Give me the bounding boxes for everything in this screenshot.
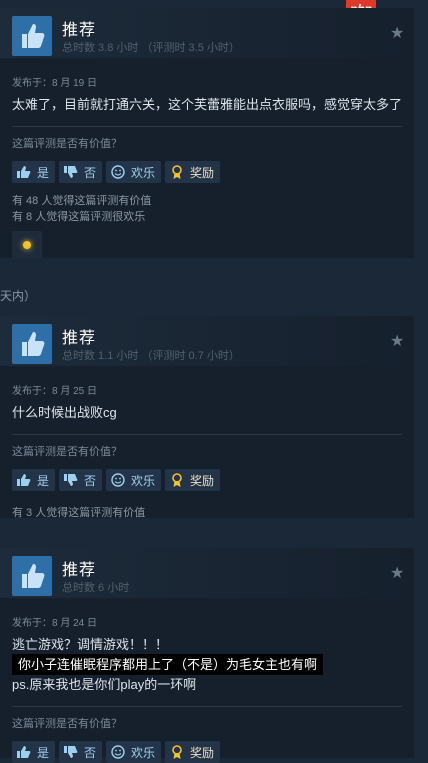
award-button[interactable]: 奖励 xyxy=(165,741,221,763)
partial-heading-text: 天内） xyxy=(0,289,37,303)
award-icon xyxy=(172,745,182,759)
vote-buttons: 是 否 欢乐 奖励 xyxy=(12,161,402,183)
thumbs-up-icon xyxy=(12,324,52,364)
review-text: 太难了，目前就打通六关，这个芙蕾雅能出点衣服吗，感觉穿太多了 xyxy=(12,97,403,112)
vote-yes-label: 是 xyxy=(37,745,50,760)
award-button[interactable]: 奖励 xyxy=(165,161,221,183)
review-card-2: 推荐 总时数 1.1 小时 （评测时 0.7 小时） ★ 发布于：8 月 25 … xyxy=(0,316,414,519)
award-label: 奖励 xyxy=(190,165,215,180)
thumbs-up-icon xyxy=(17,746,31,758)
award-icon xyxy=(172,165,182,179)
thumbs-up-icon xyxy=(17,474,31,486)
recommend-label: 推荐 xyxy=(62,330,97,347)
vote-yes-label: 是 xyxy=(37,165,50,180)
award-button[interactable]: 奖励 xyxy=(165,469,221,491)
award-label: 奖励 xyxy=(190,473,215,488)
recommend-label: 推荐 xyxy=(62,562,97,579)
thumbs-up-icon xyxy=(17,166,31,178)
playtime-hours: 总时数 6 小时 xyxy=(62,582,130,594)
review-card-1: 推荐 总时数 3.8 小时 （评测时 3.5 小时） ★ 发布于：8 月 19 … xyxy=(0,8,414,259)
award-label: 奖励 xyxy=(190,745,215,760)
smiley-icon xyxy=(111,165,125,179)
review-header: 推荐 总时数 3.8 小时 （评测时 3.5 小时） ★ xyxy=(0,8,414,58)
vote-no-label: 否 xyxy=(84,745,97,760)
award-badge[interactable] xyxy=(12,231,42,259)
star-icon[interactable]: ★ xyxy=(390,334,406,350)
helpful-count: 有 48 人觉得这篇评测有价值 xyxy=(12,195,152,207)
vote-funny-label: 欢乐 xyxy=(131,473,156,488)
vote-no-label: 否 xyxy=(84,473,97,488)
vote-funny-button[interactable]: 欢乐 xyxy=(106,469,162,491)
vote-funny-label: 欢乐 xyxy=(131,745,156,760)
review-line-1: 逃亡游戏？调情游戏！！！ xyxy=(12,637,169,652)
helpful-question: 这篇评测是否有价值？ xyxy=(12,446,122,458)
vote-no-button[interactable]: 否 xyxy=(59,161,103,183)
vote-funny-label: 欢乐 xyxy=(131,165,156,180)
vote-yes-button[interactable]: 是 xyxy=(12,469,56,491)
vote-funny-button[interactable]: 欢乐 xyxy=(106,161,162,183)
vote-no-button[interactable]: 否 xyxy=(59,469,103,491)
review-card-3: 推荐 总时数 6 小时 ★ 发布于：8 月 24 日 逃亡游戏？调情游戏！！！ … xyxy=(0,548,414,763)
divider xyxy=(12,434,402,435)
thumbs-down-icon xyxy=(64,474,78,486)
helpful-count: 有 3 人觉得这篇评测有价值 xyxy=(12,507,146,519)
thumbs-down-icon xyxy=(64,746,78,758)
review-text: 什么时候出战败cg xyxy=(12,405,117,420)
vote-yes-button[interactable]: 是 xyxy=(12,161,56,183)
playtime-hours: 总时数 3.8 小时 （评测时 3.5 小时） xyxy=(62,42,240,54)
review-header: 推荐 总时数 1.1 小时 （评测时 0.7 小时） ★ xyxy=(0,316,414,366)
vote-buttons: 是 否 欢乐 奖励 xyxy=(12,469,402,491)
award-glow-icon xyxy=(23,241,31,249)
vote-funny-button[interactable]: 欢乐 xyxy=(106,741,162,763)
divider xyxy=(12,706,402,707)
funny-count: 有 8 人觉得这篇评测很欢乐 xyxy=(12,211,146,223)
thumbs-down-icon xyxy=(64,166,78,178)
smiley-icon xyxy=(111,473,125,487)
vote-no-label: 否 xyxy=(84,165,97,180)
thumbs-up-icon xyxy=(12,556,52,596)
star-icon[interactable]: ★ xyxy=(390,26,406,42)
playtime-hours: 总时数 1.1 小时 （评测时 0.7 小时） xyxy=(62,350,240,362)
review-text: 逃亡游戏？调情游戏！！！ 你小子连催眠程序都用上了（不是）为毛女主也有啊 ps.… xyxy=(12,635,402,694)
posted-date: 发布于：8 月 25 日 xyxy=(12,386,98,397)
vote-no-button[interactable]: 否 xyxy=(59,741,103,763)
posted-date: 发布于：8 月 24 日 xyxy=(12,618,98,629)
helpful-question: 这篇评测是否有价值？ xyxy=(12,138,122,150)
review-line-3: ps.原来我也是你们play的一环啊 xyxy=(12,677,197,692)
vote-yes-button[interactable]: 是 xyxy=(12,741,56,763)
star-icon[interactable]: ★ xyxy=(390,566,406,582)
divider xyxy=(12,126,402,127)
helpful-question: 这篇评测是否有价值？ xyxy=(12,718,122,730)
award-icon xyxy=(172,473,182,487)
vote-yes-label: 是 xyxy=(37,473,50,488)
posted-date: 发布于：8 月 19 日 xyxy=(12,78,98,89)
smiley-icon xyxy=(111,745,125,759)
vote-buttons: 是 否 欢乐 奖励 xyxy=(12,741,402,763)
thumbs-up-icon xyxy=(12,16,52,56)
review-header: 推荐 总时数 6 小时 ★ xyxy=(0,548,414,598)
recommend-label: 推荐 xyxy=(62,22,97,39)
spoiler-highlight[interactable]: 你小子连催眠程序都用上了（不是）为毛女主也有啊 xyxy=(12,654,324,675)
